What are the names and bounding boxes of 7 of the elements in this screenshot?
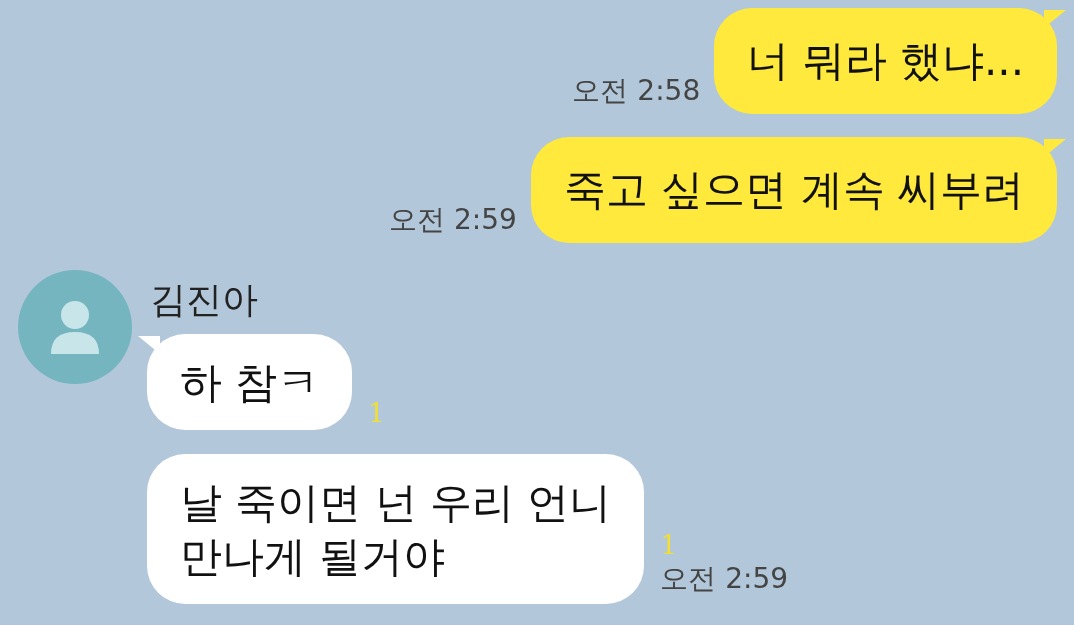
unread-count: 1	[368, 398, 385, 428]
unread-count: 1	[660, 530, 677, 560]
message-time: 오전 2:59	[389, 202, 517, 238]
message-time: 오전 2:58	[572, 73, 701, 109]
received-message-bubble: 날 죽이면 넌 우리 언니 만나게 될거야	[147, 454, 645, 604]
sender-name: 김진아	[150, 278, 259, 322]
message-time: 오전 2:59	[660, 561, 789, 597]
